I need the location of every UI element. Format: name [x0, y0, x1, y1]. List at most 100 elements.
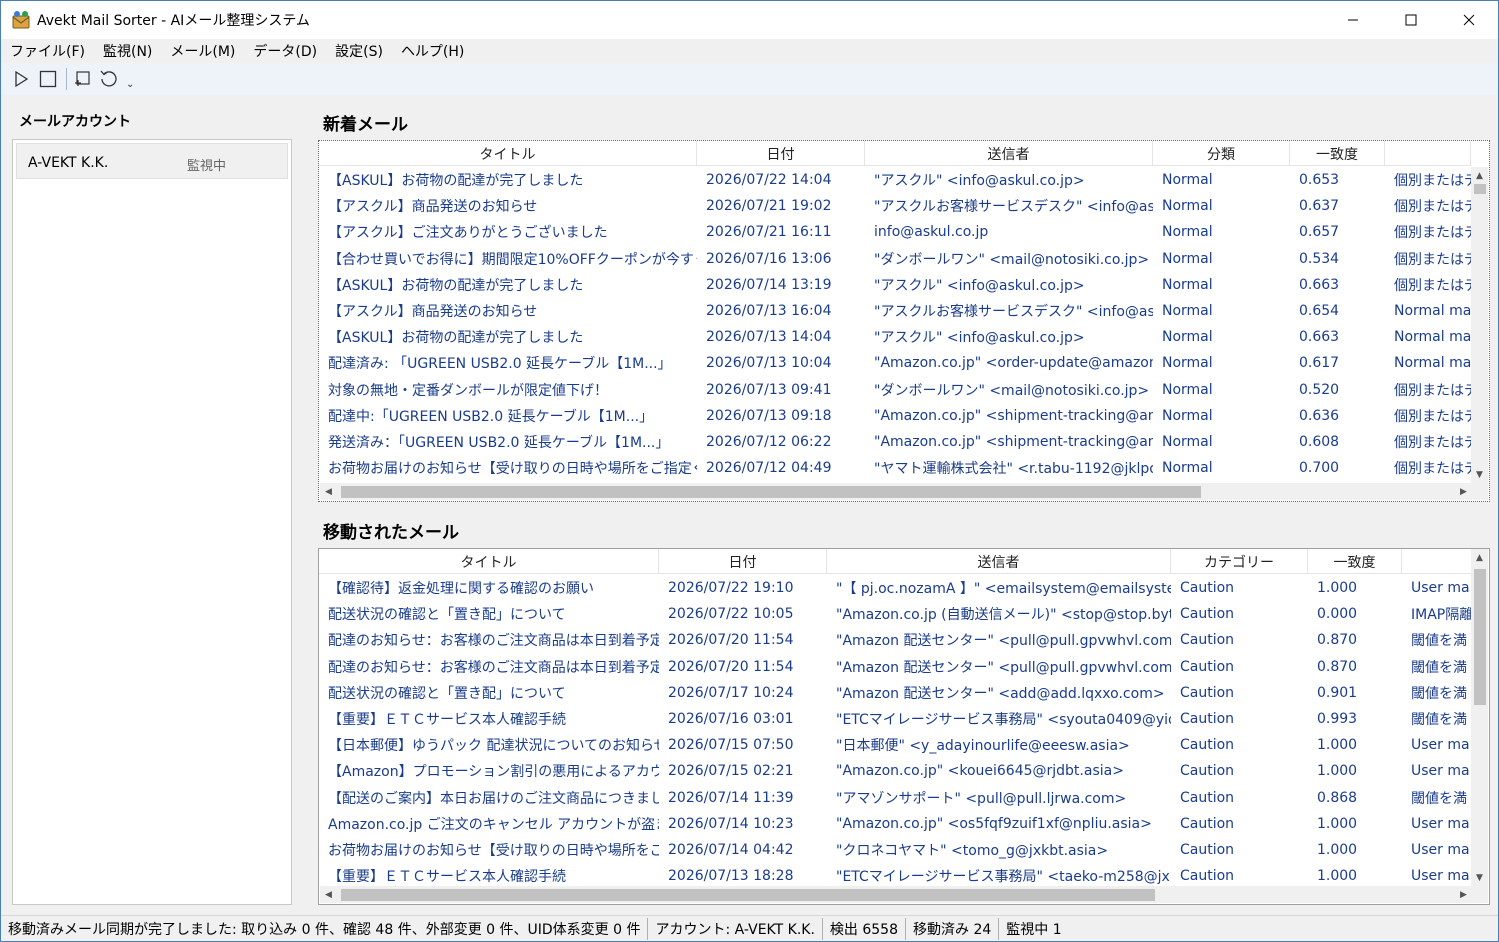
scroll-up-icon[interactable]: ▲ — [1471, 167, 1488, 184]
cell-reason: 個別またはデ — [1394, 434, 1471, 451]
cell-sender: "ダンボールワン" <mail@notosiki.co.jp> — [874, 251, 1150, 268]
maximize-button[interactable] — [1382, 1, 1440, 39]
cell-category: Caution — [1180, 580, 1235, 597]
table-row[interactable]: 【Amazon】プロモーション割引の悪用によるアカウント停止 2026/07/15… — [319, 758, 1474, 784]
table-row[interactable]: 【ASKUL】お荷物の配達が完了しました 2026/07/13 14:04 "アスク… — [319, 324, 1471, 350]
table-row[interactable]: 【確認待】返金処理に関する確認のお願い 2026/07/22 19:10 "【 pj… — [319, 575, 1474, 601]
play-icon — [15, 70, 29, 88]
toolbar-separator — [66, 68, 67, 90]
cell-title: 【確認待】返金処理に関する確認のお願い — [328, 581, 594, 598]
table-row[interactable]: お荷物お届けのお知らせ【受け取りの日時や場所をご指定ください】 2026/07/1… — [319, 837, 1474, 863]
table-row[interactable]: 配達のお知らせ：お客様のご注文商品は本日到着予定です 2026/07/20 11:… — [319, 627, 1474, 653]
column-header-date[interactable]: 日付 — [659, 549, 827, 574]
refresh-button[interactable] — [97, 67, 121, 91]
new-mail-grid[interactable]: タイトル 日付 送信者 分類 一致度 【ASKUL】お荷物の配達が完了しました 2026/… — [318, 140, 1490, 502]
cell-title: お荷物お届けのお知らせ【受け取りの日時や場所をご指定ください】 — [328, 842, 659, 859]
menu-settings[interactable]: 設定(S) — [326, 41, 392, 61]
start-button[interactable] — [9, 67, 33, 91]
cell-reason: 個別またはデ — [1394, 173, 1471, 190]
scroll-up-icon[interactable]: ▲ — [1471, 549, 1488, 566]
table-row[interactable]: 【配送のご案内】本日お届けのご注文商品につきまして 2026/07/14 11:3… — [319, 785, 1474, 811]
account-item[interactable]: A-VEKT K.K. 監視中 — [16, 143, 288, 179]
table-row[interactable]: 発送済み：「UGREEN USB2.0 延長ケーブル【1M...」 2026/07… — [319, 429, 1471, 455]
minimize-button[interactable] — [1324, 1, 1382, 39]
table-row[interactable]: 配達済み: 「UGREEN USB2.0 延長ケーブル【1M...」 2026/0… — [319, 350, 1471, 376]
cell-score: 1.000 — [1317, 868, 1358, 885]
cell-date: 2026/07/16 03:01 — [668, 711, 794, 728]
moved-mail-rows: 【確認待】返金処理に関する確認のお願い 2026/07/22 19:10 "【 pj… — [319, 575, 1474, 889]
table-row[interactable]: お荷物お届けのお知らせ【受け取りの日時や場所をご指定ください】 2026/07/1… — [319, 455, 1471, 481]
column-header-title[interactable]: タイトル — [319, 141, 697, 166]
close-icon — [1463, 14, 1475, 26]
cell-score: 0.868 — [1317, 789, 1358, 806]
table-row[interactable]: 配送状況の確認と「置き配」について 2026/07/22 10:05 "Amazon… — [319, 601, 1474, 627]
cell-reason: 個別またはデ — [1394, 382, 1471, 399]
stop-button[interactable] — [36, 67, 60, 91]
cell-date: 2026/07/13 14:04 — [706, 329, 832, 346]
scroll-down-icon[interactable]: ▼ — [1471, 466, 1488, 483]
new-mail-vscroll[interactable]: ▲ ▼ — [1471, 167, 1488, 483]
cell-score: 0.520 — [1299, 381, 1340, 398]
column-header-sender[interactable]: 送信者 — [865, 141, 1153, 166]
cell-sender: "Amazon 配送センター" <add@add.lqxxo.com> — [836, 685, 1165, 702]
scroll-thumb[interactable] — [341, 889, 1155, 901]
column-header-sender[interactable]: 送信者 — [827, 549, 1171, 574]
table-row[interactable]: 【日本郵便】ゆうパック 配達状況についてのお知らせ 2026/07/15 07:5… — [319, 732, 1474, 758]
table-row[interactable]: 【アスクル】ご注文ありがとうございました 2026/07/21 16:11 info… — [319, 219, 1471, 245]
cell-date: 2026/07/13 09:41 — [706, 381, 832, 398]
column-header-title[interactable]: タイトル — [319, 549, 659, 574]
column-header-score[interactable]: 一致度 — [1290, 141, 1385, 166]
column-header-date[interactable]: 日付 — [697, 141, 865, 166]
menu-data[interactable]: データ(D) — [244, 41, 326, 61]
table-row[interactable]: 【アスクル】商品発送のお知らせ 2026/07/21 19:02 "アスクルお客様サ… — [319, 193, 1471, 219]
moved-mail-grid[interactable]: タイトル 日付 送信者 カテゴリー 一致度 【確認待】返金処理に関する確認のお願い 202… — [318, 548, 1490, 905]
cell-score: 1.000 — [1317, 580, 1358, 597]
menu-help[interactable]: ヘルプ(H) — [392, 41, 473, 61]
scroll-right-icon[interactable]: ▶ — [1455, 886, 1472, 903]
scroll-thumb[interactable] — [1474, 184, 1486, 194]
table-row[interactable]: 対象の無地・定番ダンボールが限定値下げ！ 2026/07/13 09:41 "ダンボ… — [319, 377, 1471, 403]
scroll-down-icon[interactable]: ▼ — [1471, 869, 1488, 886]
toolbar-overflow-icon[interactable]: ⌄ — [126, 79, 134, 90]
cell-reason: Normal ma — [1394, 329, 1471, 346]
cell-reason: 閾値を満 — [1411, 659, 1467, 676]
menu-monitor[interactable]: 監視(N) — [94, 41, 161, 61]
menu-mail[interactable]: メール(M) — [161, 41, 244, 61]
cell-sender: info@askul.co.jp — [874, 224, 989, 241]
column-header-reason[interactable] — [1385, 141, 1471, 166]
moved-mail-vscroll[interactable]: ▲ ▼ — [1471, 549, 1488, 886]
column-header-reason[interactable] — [1402, 549, 1474, 574]
cell-date: 2026/07/20 11:54 — [668, 658, 794, 675]
moved-mail-hscroll[interactable]: ◀ ▶ — [320, 886, 1472, 903]
table-row[interactable]: 配送状況の確認と「置き配」について 2026/07/17 10:24 "Amazon… — [319, 680, 1474, 706]
new-mail-hscroll[interactable]: ◀ ▶ — [320, 483, 1472, 500]
minimize-icon — [1348, 19, 1358, 21]
table-row[interactable]: 配達のお知らせ：お客様のご注文商品は本日到着予定です 2026/07/20 11:… — [319, 654, 1474, 680]
column-header-score[interactable]: 一致度 — [1308, 549, 1402, 574]
cell-class: Normal — [1162, 329, 1213, 346]
close-button[interactable] — [1440, 1, 1498, 39]
scroll-right-icon[interactable]: ▶ — [1455, 483, 1472, 500]
cell-title: 【ASKUL】お荷物の配達が完了しました — [328, 277, 584, 294]
table-row[interactable]: 【合わせ買いでお得に】期間限定10%OFFクーポンが今すぐ使えます 2026/07… — [319, 246, 1471, 272]
table-row[interactable]: Amazon.co.jp ご注文のキャンセル アカウントが盗まれました 2026/… — [319, 811, 1474, 837]
cell-score: 0.637 — [1299, 198, 1340, 215]
table-row[interactable]: 【アスクル】商品発送のお知らせ 2026/07/13 16:04 "アスクルお客様サ… — [319, 298, 1471, 324]
table-row[interactable]: 【ASKUL】お荷物の配達が完了しました 2026/07/22 14:04 "アスク… — [319, 167, 1471, 193]
scroll-thumb[interactable] — [341, 486, 1201, 498]
account-list: A-VEKT K.K. 監視中 — [12, 139, 292, 905]
toolbar: ⌄ — [1, 63, 1498, 95]
scroll-left-icon[interactable]: ◀ — [320, 483, 337, 500]
table-row[interactable]: 【重要】ＥＴＣサービス本人確認手続 2026/07/16 03:01 "ETCマイレ… — [319, 706, 1474, 732]
scroll-thumb[interactable] — [1474, 569, 1486, 705]
scroll-left-icon[interactable]: ◀ — [320, 886, 337, 903]
add-button[interactable] — [70, 67, 94, 91]
cell-sender: "Amazon 配送センター" <pull@pull.gpvwhvl.com> — [836, 633, 1171, 650]
menu-file[interactable]: ファイル(F) — [1, 41, 94, 61]
table-row[interactable]: 配達中:「UGREEN USB2.0 延長ケーブル【1M...」 2026/07/… — [319, 403, 1471, 429]
table-row[interactable]: 【ASKUL】お荷物の配達が完了しました 2026/07/14 13:19 "アスク… — [319, 272, 1471, 298]
scroll-corner — [1471, 483, 1488, 500]
column-header-class[interactable]: 分類 — [1153, 141, 1290, 166]
status-monitoring: 監視中 1 — [1006, 921, 1062, 938]
column-header-category[interactable]: カテゴリー — [1171, 549, 1308, 574]
